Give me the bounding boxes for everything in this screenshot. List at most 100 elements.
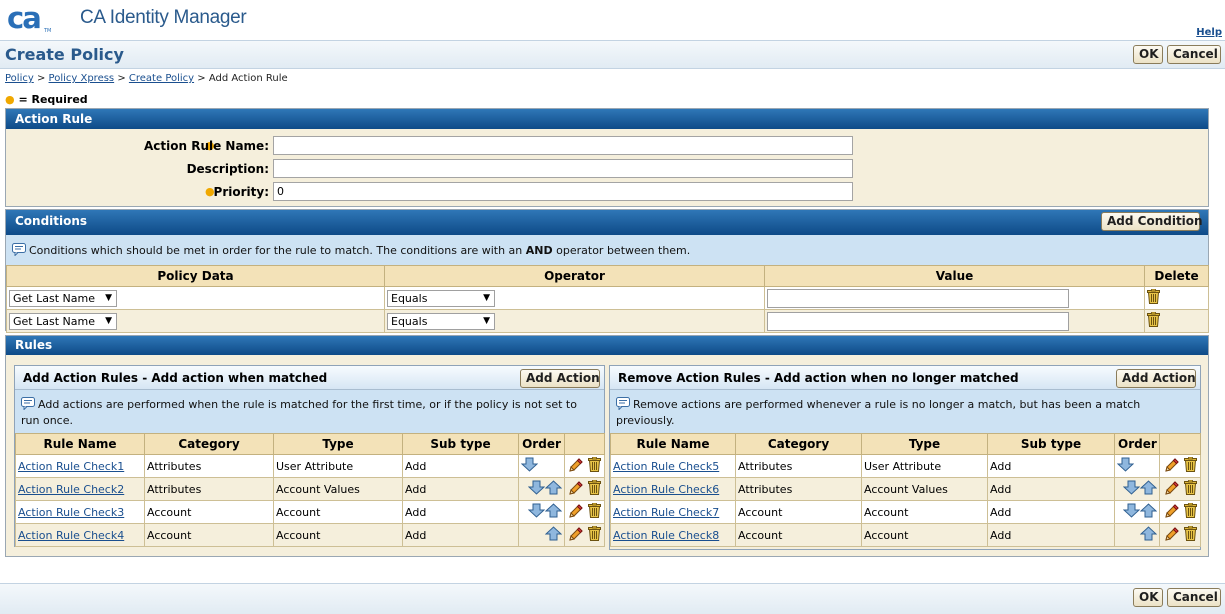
move-down-arrow-icon[interactable] [1122, 480, 1141, 498]
rule-category: Attributes [738, 482, 793, 496]
action-rule-name-label: Action Rule Name: [143, 139, 269, 153]
rule-name-link[interactable]: Action Rule Check4 [18, 529, 124, 542]
add-condition-button[interactable]: Add Condition [1101, 212, 1203, 231]
ok-button[interactable]: OK [1133, 45, 1163, 64]
breadcrumb-link-policy-xpress[interactable]: Policy Xpress [49, 73, 115, 84]
add-action-rules-table: Rule Name Category Type Sub type Order A… [15, 433, 605, 547]
move-up-arrow-icon[interactable] [544, 480, 563, 498]
column-header-rule-name: Rule Name [15, 433, 145, 455]
required-note: ● = Required [5, 93, 88, 106]
description-input[interactable] [273, 159, 853, 178]
dropdown-arrow-icon: ▼ [105, 315, 112, 326]
priority-input[interactable]: 0 [273, 182, 853, 201]
policy-data-select-value: Get Last Name [13, 314, 95, 328]
move-up-arrow-icon[interactable] [1139, 480, 1158, 498]
trash-icon[interactable] [1183, 456, 1197, 475]
move-down-arrow-icon[interactable] [1116, 457, 1135, 475]
trash-icon[interactable] [588, 525, 601, 544]
rule-name-link[interactable]: Action Rule Check2 [18, 483, 124, 496]
trash-icon[interactable] [1183, 479, 1197, 498]
remove-actions-info-text: Remove actions are performed whenever a … [616, 398, 1141, 427]
move-down-arrow-icon[interactable] [527, 503, 546, 521]
rule-type: Account [864, 528, 909, 542]
move-up-arrow-icon[interactable] [544, 526, 563, 544]
trash-icon[interactable] [1183, 525, 1197, 544]
rule-type: User Attribute [864, 459, 942, 473]
column-header-sub-type: Sub type [402, 433, 519, 455]
condition-value-input[interactable] [767, 311, 1069, 331]
policy-data-select[interactable]: Get Last Name ▼ [9, 289, 117, 307]
column-header-category: Category [735, 433, 862, 455]
edit-pencil-icon[interactable] [568, 457, 584, 476]
rule-name-link[interactable]: Action Rule Check3 [18, 506, 124, 519]
rule-subtype: Add [405, 459, 427, 473]
add-actions-info: Add actions are performed when the rule … [15, 390, 604, 433]
rule-category: Attributes [147, 482, 202, 496]
add-action-rules-panel: Add Action Rules - Add action when match… [14, 365, 605, 547]
rule-name-link[interactable]: Action Rule Check7 [613, 506, 719, 519]
breadcrumb-link-policy[interactable]: Policy [5, 73, 34, 84]
remove-add-action-button[interactable]: Add Action [1116, 369, 1196, 388]
move-up-arrow-icon[interactable] [1139, 526, 1158, 544]
add-action-rules-title: Add Action Rules - Add action when match… [15, 366, 604, 390]
operator-select[interactable]: Equals ▼ [387, 312, 495, 330]
footer-cancel-button[interactable]: Cancel [1167, 588, 1221, 607]
move-down-arrow-icon[interactable] [527, 480, 546, 498]
info-icon [21, 397, 35, 414]
edit-pencil-icon[interactable] [1164, 503, 1180, 522]
column-header-value: Value [764, 265, 1145, 287]
add-action-button[interactable]: Add Action [520, 369, 600, 388]
move-up-arrow-icon[interactable] [544, 503, 563, 521]
required-dot-icon: ● [5, 93, 15, 106]
column-header-actions [1159, 433, 1201, 455]
action-rule-name-input[interactable] [273, 136, 853, 155]
svg-text:ca: ca [7, 2, 40, 34]
rule-category: Account [738, 505, 783, 519]
column-header-rule-name: Rule Name [610, 433, 736, 455]
rule-name-link[interactable]: Action Rule Check8 [613, 529, 719, 542]
breadcrumb-separator: > [36, 73, 46, 84]
move-down-arrow-icon[interactable] [520, 457, 539, 475]
move-up-arrow-icon[interactable] [1139, 503, 1158, 521]
trash-icon[interactable] [588, 456, 601, 475]
rule-name-link[interactable]: Action Rule Check6 [613, 483, 719, 496]
edit-pencil-icon[interactable] [1164, 457, 1180, 476]
trash-icon[interactable] [1183, 502, 1197, 521]
policy-data-select[interactable]: Get Last Name ▼ [9, 312, 117, 330]
help-link[interactable]: Help [1196, 27, 1222, 38]
dropdown-arrow-icon: ▼ [483, 315, 490, 326]
condition-value-input[interactable] [767, 288, 1069, 308]
rule-name-link[interactable]: Action Rule Check5 [613, 460, 719, 473]
rule-row: Action Rule Check6 Attributes Account Valu… [610, 477, 1201, 501]
rule-row: Action Rule Check8 Account Account Add [610, 523, 1201, 547]
trash-icon[interactable] [588, 502, 601, 521]
edit-pencil-icon[interactable] [1164, 526, 1180, 545]
column-header-policy-data: Policy Data [6, 265, 385, 287]
rule-name-link[interactable]: Action Rule Check1 [18, 460, 124, 473]
action-rule-heading: Action Rule [6, 109, 1208, 129]
policy-data-select-value: Get Last Name [13, 291, 95, 305]
rule-category: Attributes [147, 459, 202, 473]
conditions-info-and: AND [525, 244, 553, 257]
footer-bar: OK Cancel [0, 583, 1225, 614]
dropdown-arrow-icon: ▼ [105, 292, 112, 303]
edit-pencil-icon[interactable] [568, 526, 584, 545]
trash-icon[interactable] [1147, 311, 1160, 330]
edit-pencil-icon[interactable] [1164, 480, 1180, 499]
footer-ok-button[interactable]: OK [1133, 588, 1163, 607]
column-header-category: Category [144, 433, 274, 455]
cancel-button[interactable]: Cancel [1167, 45, 1221, 64]
conditions-info-text-end: operator between them. [552, 244, 691, 257]
info-icon [616, 397, 630, 414]
edit-pencil-icon[interactable] [568, 480, 584, 499]
breadcrumb-link-create-policy[interactable]: Create Policy [129, 73, 194, 84]
breadcrumb-current: Add Action Rule [208, 73, 288, 84]
trash-icon[interactable] [1147, 288, 1160, 307]
move-down-arrow-icon[interactable] [1122, 503, 1141, 521]
rule-subtype: Add [990, 505, 1012, 519]
edit-pencil-icon[interactable] [568, 503, 584, 522]
trash-icon[interactable] [588, 479, 601, 498]
rule-row: Action Rule Check5 Attributes User Attribu… [610, 454, 1201, 478]
operator-select[interactable]: Equals ▼ [387, 289, 495, 307]
page-title: Create Policy [5, 45, 124, 64]
